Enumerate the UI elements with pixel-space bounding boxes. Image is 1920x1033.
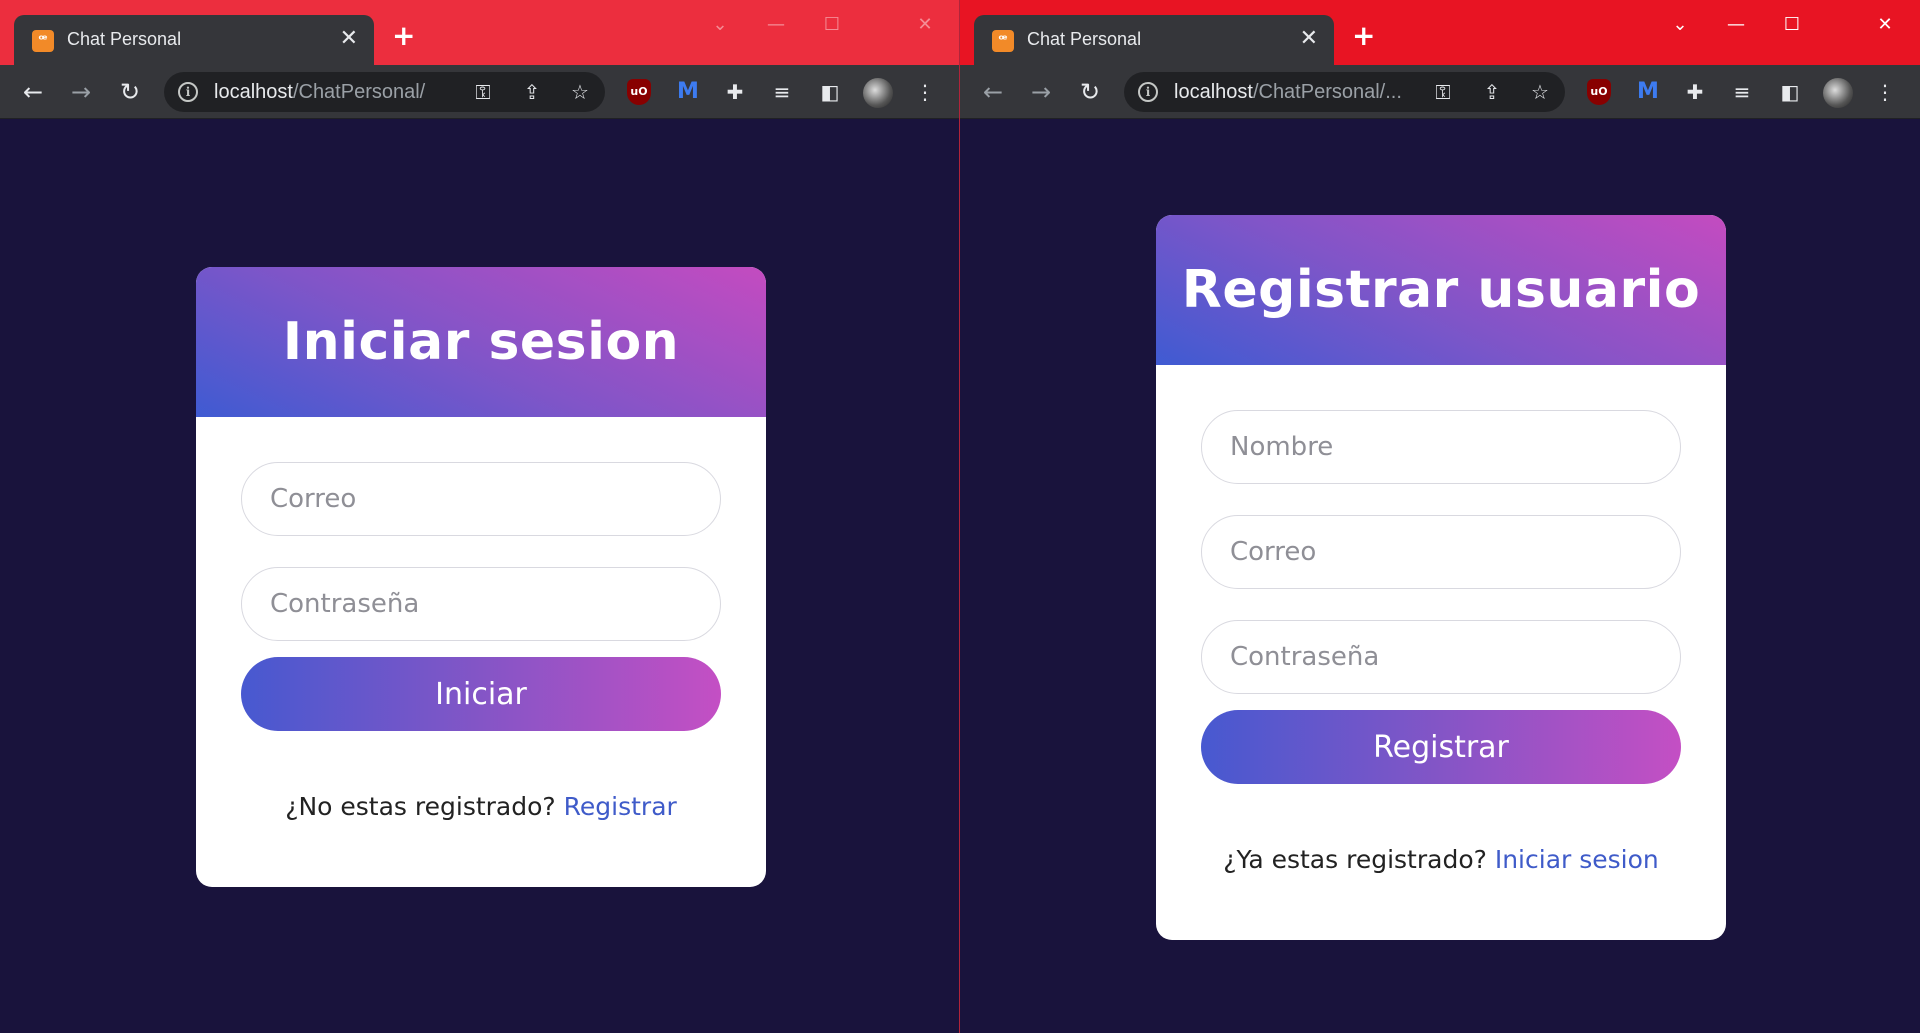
xampp-favicon-icon: ꟹ <box>992 30 1014 52</box>
tab-close-icon[interactable]: ✕ <box>340 26 358 52</box>
tab-strip: ꟹ Chat Personal ✕ + ⌄ — ☐ ✕ <box>0 0 959 65</box>
reload-icon[interactable]: ↻ <box>113 75 147 109</box>
reload-icon[interactable]: ↻ <box>1073 75 1107 109</box>
tab-title: Chat Personal <box>67 29 182 49</box>
tab-strip: ꟹ Chat Personal ✕ + ⌄ — ☐ ✕ <box>960 0 1920 65</box>
maximize-button[interactable]: ☐ <box>1772 10 1812 40</box>
xampp-favicon-icon: ꟹ <box>32 30 54 52</box>
card-title: Iniciar sesion <box>282 312 680 372</box>
email-input[interactable] <box>241 462 721 536</box>
ublock-origin-icon[interactable]: uO <box>627 79 651 105</box>
login-prompt-text: ¿Ya estas registrado? <box>1223 845 1495 874</box>
new-tab-button[interactable]: + <box>1352 22 1375 50</box>
tab-close-icon[interactable]: ✕ <box>1300 26 1318 52</box>
address-bar[interactable]: i localhost/ChatPersonal/ ⚿ ⇪ ☆ <box>164 72 605 112</box>
minimize-button[interactable]: — <box>1716 10 1756 40</box>
password-input[interactable] <box>1201 620 1681 694</box>
url-text[interactable]: localhost/ChatPersonal/... <box>1174 81 1402 104</box>
menu-kebab-icon[interactable]: ⋮ <box>1870 77 1900 107</box>
login-card: Iniciar sesion Iniciar ¿No estas registr… <box>196 267 766 887</box>
reading-list-icon[interactable]: ≡ <box>767 77 797 107</box>
card-title: Registrar usuario <box>1181 260 1701 320</box>
share-icon[interactable]: ⇪ <box>1479 79 1505 105</box>
reading-list-icon[interactable]: ≡ <box>1727 77 1757 107</box>
key-icon[interactable]: ⚿ <box>470 79 496 105</box>
register-prompt-text: ¿No estas registrado? <box>285 792 564 821</box>
new-tab-button[interactable]: + <box>392 22 415 50</box>
tab-search-icon[interactable]: ⌄ <box>1660 10 1700 40</box>
email-input[interactable] <box>1201 515 1681 589</box>
browser-tab[interactable]: ꟹ Chat Personal ✕ <box>14 15 374 65</box>
minimize-button[interactable]: — <box>756 10 796 40</box>
page-content: Registrar usuario Registrar ¿Ya estas re… <box>960 120 1920 1033</box>
password-input[interactable] <box>241 567 721 641</box>
login-link[interactable]: Iniciar sesion <box>1495 845 1659 874</box>
forward-icon[interactable]: → <box>1024 75 1058 109</box>
register-prompt: ¿No estas registrado? Registrar <box>196 792 766 821</box>
browser-tab[interactable]: ꟹ Chat Personal ✕ <box>974 15 1334 65</box>
browser-toolbar: ← → ↻ i localhost/ChatPersonal/... ⚿ ⇪ ☆… <box>960 65 1920 119</box>
extensions-puzzle-icon[interactable]: ✚ <box>720 77 750 107</box>
side-panel-icon[interactable]: ◧ <box>815 77 845 107</box>
browser-window-login: ꟹ Chat Personal ✕ + ⌄ — ☐ ✕ ← → ↻ i loca… <box>0 0 959 1033</box>
login-button[interactable]: Iniciar <box>241 657 721 731</box>
share-icon[interactable]: ⇪ <box>519 79 545 105</box>
site-info-icon[interactable]: i <box>178 82 198 102</box>
malwarebytes-icon[interactable]: M <box>1633 77 1663 107</box>
login-prompt: ¿Ya estas registrado? Iniciar sesion <box>1156 845 1726 874</box>
back-icon[interactable]: ← <box>976 75 1010 109</box>
tab-search-icon[interactable]: ⌄ <box>700 10 740 40</box>
register-button[interactable]: Registrar <box>1201 710 1681 784</box>
ublock-origin-icon[interactable]: uO <box>1587 79 1611 105</box>
malwarebytes-icon[interactable]: M <box>673 77 703 107</box>
tab-title: Chat Personal <box>1027 29 1142 49</box>
profile-avatar[interactable] <box>1823 78 1853 108</box>
browser-window-register: ꟹ Chat Personal ✕ + ⌄ — ☐ ✕ ← → ↻ i loca… <box>960 0 1920 1033</box>
register-card: Registrar usuario Registrar ¿Ya estas re… <box>1156 215 1726 940</box>
menu-kebab-icon[interactable]: ⋮ <box>910 77 940 107</box>
back-icon[interactable]: ← <box>16 75 50 109</box>
key-icon[interactable]: ⚿ <box>1430 79 1456 105</box>
page-content: Iniciar sesion Iniciar ¿No estas registr… <box>0 120 959 1033</box>
extensions-puzzle-icon[interactable]: ✚ <box>1680 77 1710 107</box>
close-window-button[interactable]: ✕ <box>905 10 945 40</box>
card-header: Iniciar sesion <box>196 267 766 417</box>
profile-avatar[interactable] <box>863 78 893 108</box>
site-info-icon[interactable]: i <box>1138 82 1158 102</box>
address-bar[interactable]: i localhost/ChatPersonal/... ⚿ ⇪ ☆ <box>1124 72 1565 112</box>
side-panel-icon[interactable]: ◧ <box>1775 77 1805 107</box>
card-header: Registrar usuario <box>1156 215 1726 365</box>
name-input[interactable] <box>1201 410 1681 484</box>
bookmark-star-icon[interactable]: ☆ <box>567 79 593 105</box>
url-text[interactable]: localhost/ChatPersonal/ <box>214 81 425 104</box>
close-window-button[interactable]: ✕ <box>1865 10 1905 40</box>
browser-toolbar: ← → ↻ i localhost/ChatPersonal/ ⚿ ⇪ ☆ uO… <box>0 65 959 119</box>
maximize-button[interactable]: ☐ <box>812 10 852 40</box>
forward-icon[interactable]: → <box>64 75 98 109</box>
bookmark-star-icon[interactable]: ☆ <box>1527 79 1553 105</box>
register-link[interactable]: Registrar <box>564 792 677 821</box>
